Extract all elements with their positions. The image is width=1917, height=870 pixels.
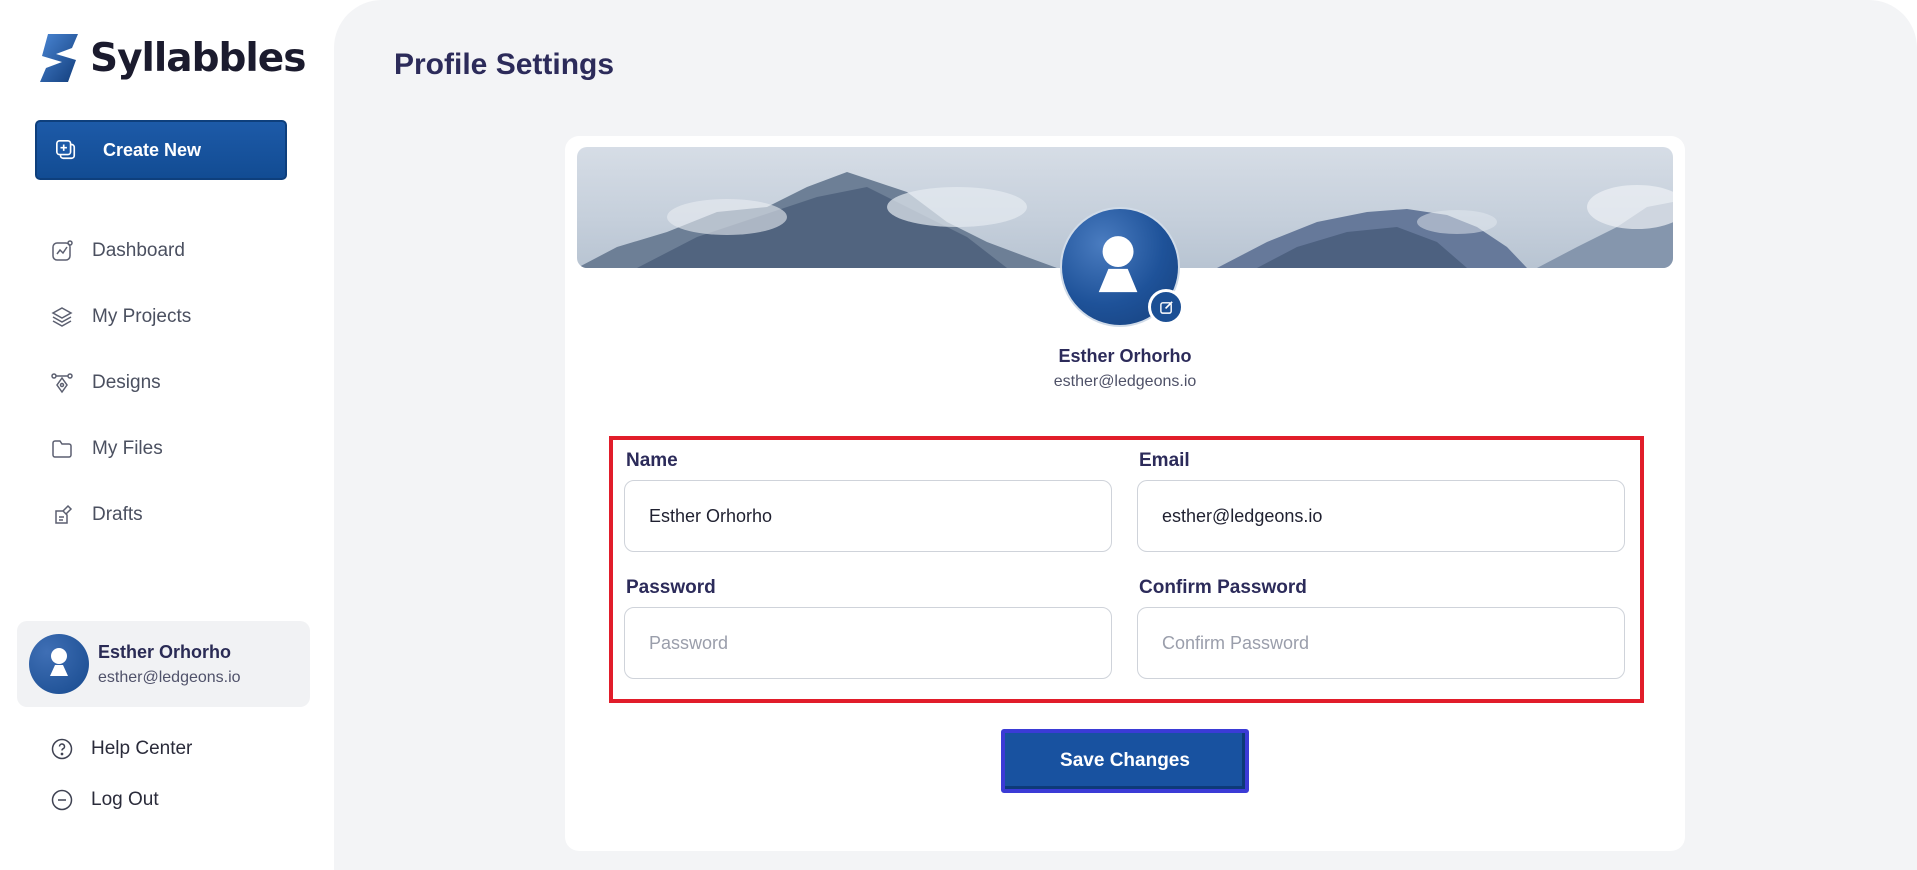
profile-email: esther@ledgeons.io: [1053, 373, 1197, 390]
sidebar-item-drafts[interactable]: Drafts: [50, 482, 310, 548]
profile-name: Esther Orhorho: [1058, 346, 1192, 366]
drafts-icon: [55, 504, 73, 524]
profile-form: Name Email Password Confirm Password: [609, 436, 1644, 703]
sidebar-item-label: My Projects: [92, 306, 192, 327]
app-name: Syllabbles: [90, 35, 306, 81]
sidebar-user-name: Esther Orhorho: [98, 641, 232, 662]
log-out-label: Log Out: [91, 788, 159, 810]
logo-mark-icon: [40, 34, 78, 82]
save-changes-button[interactable]: Save Changes: [1001, 729, 1249, 793]
chart-icon: [52, 240, 73, 261]
password-label: Password: [626, 577, 716, 598]
sidebar: Syllabbles Create New Dashboard My Proje…: [0, 0, 334, 870]
profile-card: Esther Orhorho esther@ledgeons.io Name E…: [565, 136, 1685, 851]
email-input[interactable]: [1137, 480, 1625, 552]
sidebar-user-card[interactable]: Esther Orhorho esther@ledgeons.io: [17, 621, 310, 707]
main-content: Profile Settings Esther Orhorho esther@l…: [334, 0, 1917, 870]
sidebar-item-label: Designs: [92, 372, 161, 393]
page-title: Profile Settings: [394, 48, 615, 81]
user-icon: [50, 648, 68, 676]
name-label: Name: [626, 450, 678, 471]
sidebar-item-label: My Files: [92, 438, 163, 459]
add-document-icon: [56, 140, 76, 160]
sidebar-item-label: Dashboard: [92, 240, 185, 261]
folder-icon: [52, 440, 72, 458]
sidebar-nav: Dashboard My Projects Designs My Files D…: [50, 218, 310, 548]
create-new-label: Create New: [103, 139, 202, 160]
avatar: [29, 634, 89, 694]
help-center-link[interactable]: Help Center: [50, 723, 192, 774]
log-out-link[interactable]: Log Out: [50, 774, 192, 825]
sidebar-item-label: Drafts: [92, 504, 143, 525]
create-new-button[interactable]: Create New: [35, 120, 287, 180]
sidebar-item-designs[interactable]: Designs: [50, 350, 310, 416]
pen-tool-icon: [51, 373, 73, 394]
sidebar-item-dashboard[interactable]: Dashboard: [50, 218, 310, 284]
help-center-label: Help Center: [91, 737, 193, 759]
confirm-password-input[interactable]: [1137, 607, 1625, 679]
logo[interactable]: Syllabbles: [38, 32, 306, 84]
confirm-password-label: Confirm Password: [1139, 577, 1307, 598]
logout-icon: [51, 789, 73, 810]
layers-icon: [51, 307, 73, 327]
sidebar-item-my-projects[interactable]: My Projects: [50, 284, 310, 350]
password-input[interactable]: [624, 607, 1112, 679]
edit-avatar-button[interactable]: [1148, 289, 1184, 325]
sidebar-user-email: esther@ledgeons.io: [98, 668, 241, 686]
help-icon: [51, 738, 73, 759]
sidebar-bottom-nav: Help Center Log Out: [50, 723, 192, 825]
email-label: Email: [1139, 450, 1190, 471]
edit-icon: [1159, 300, 1173, 314]
sidebar-item-my-files[interactable]: My Files: [50, 416, 310, 482]
name-input[interactable]: [624, 480, 1112, 552]
